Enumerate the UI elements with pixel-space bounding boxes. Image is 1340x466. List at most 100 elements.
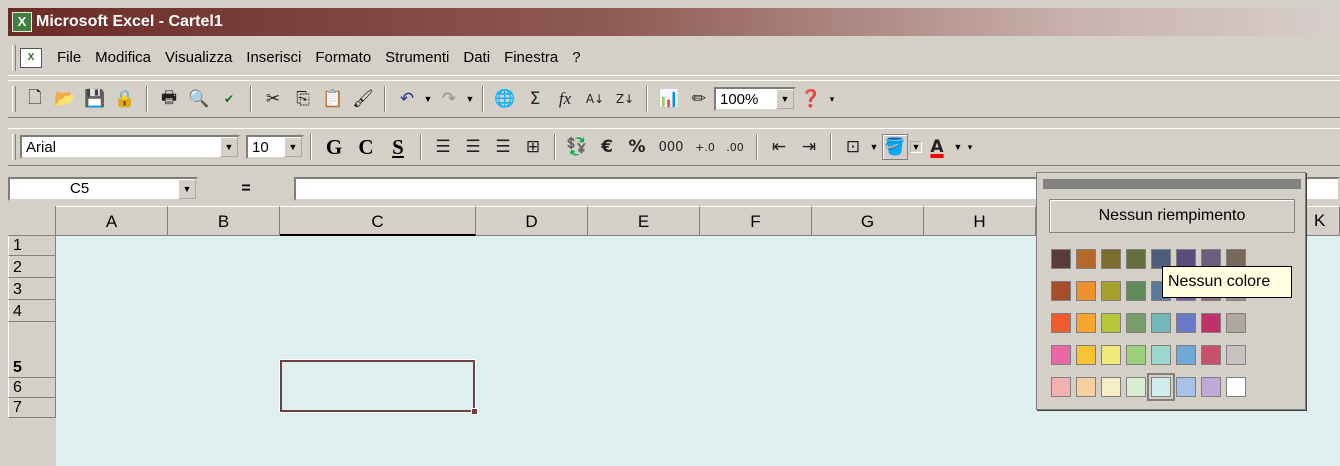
menu-strumenti[interactable]: Strumenti bbox=[378, 49, 456, 66]
undo-dropdown-icon[interactable]: ▼ bbox=[422, 94, 434, 104]
print-preview-icon[interactable]: 🔍 bbox=[186, 86, 212, 112]
font-color-dropdown-icon[interactable]: ▼ bbox=[952, 142, 964, 152]
color-swatch[interactable] bbox=[1147, 373, 1175, 401]
menu-dati[interactable]: Dati bbox=[456, 49, 497, 66]
row-header-2[interactable]: 2 bbox=[8, 256, 56, 278]
increase-indent-icon[interactable]: ⇥ bbox=[796, 134, 822, 160]
menu-file[interactable]: File bbox=[50, 49, 88, 66]
underline-button[interactable]: S bbox=[382, 135, 414, 160]
color-swatch[interactable] bbox=[1101, 249, 1121, 269]
toolbar-grip[interactable] bbox=[12, 86, 16, 112]
new-icon[interactable]: 🗋 bbox=[22, 86, 48, 112]
color-swatch[interactable] bbox=[1051, 345, 1071, 365]
color-swatch[interactable] bbox=[1226, 313, 1246, 333]
color-swatch[interactable] bbox=[1076, 377, 1096, 397]
color-swatch[interactable] bbox=[1176, 377, 1196, 397]
align-right-icon[interactable]: ☰ bbox=[490, 134, 516, 160]
italic-button[interactable]: C bbox=[350, 135, 382, 160]
redo-icon[interactable]: ↷ bbox=[436, 86, 462, 112]
bold-button[interactable]: G bbox=[318, 135, 350, 160]
autosum-icon[interactable]: Σ bbox=[522, 86, 548, 112]
column-header-k[interactable]: K bbox=[1314, 206, 1325, 236]
fill-color-dropdown-icon[interactable]: ▼ bbox=[910, 141, 922, 153]
column-header-g[interactable]: G bbox=[812, 206, 924, 236]
sort-descending-icon[interactable]: Z↓ bbox=[612, 86, 638, 112]
color-swatch[interactable] bbox=[1176, 345, 1196, 365]
permission-icon[interactable]: 🔒 bbox=[112, 86, 138, 112]
color-swatch[interactable] bbox=[1126, 345, 1146, 365]
chevron-down-icon[interactable]: ▼ bbox=[776, 89, 794, 109]
color-swatch[interactable] bbox=[1076, 249, 1096, 269]
increase-decimal-icon[interactable]: +.0 bbox=[692, 134, 718, 160]
row-header-5[interactable]: 5 bbox=[8, 322, 56, 378]
color-swatch[interactable] bbox=[1076, 281, 1096, 301]
color-swatch[interactable] bbox=[1201, 345, 1221, 365]
column-header-d[interactable]: D bbox=[476, 206, 588, 236]
color-swatch[interactable] bbox=[1226, 377, 1246, 397]
size-select[interactable]: 10 ▼ bbox=[246, 135, 304, 159]
menu-help[interactable]: ? bbox=[565, 49, 587, 66]
align-left-icon[interactable]: ☰ bbox=[430, 134, 456, 160]
print-icon[interactable]: 🖶 bbox=[156, 86, 182, 112]
color-swatch[interactable] bbox=[1101, 345, 1121, 365]
save-icon[interactable]: 💾 bbox=[82, 86, 108, 112]
borders-icon[interactable]: ⊡ bbox=[840, 134, 866, 160]
paste-icon[interactable]: 📋 bbox=[320, 86, 346, 112]
align-center-icon[interactable]: ☰ bbox=[460, 134, 486, 160]
menu-modifica[interactable]: Modifica bbox=[88, 49, 158, 66]
row-header-1[interactable]: 1 bbox=[8, 236, 56, 256]
font-color-icon[interactable]: A bbox=[924, 134, 950, 160]
chevron-down-icon[interactable]: ▼ bbox=[178, 179, 196, 199]
edit-formula-button[interactable]: = bbox=[198, 180, 294, 198]
redo-dropdown-icon[interactable]: ▼ bbox=[464, 94, 476, 104]
color-swatch[interactable] bbox=[1176, 313, 1196, 333]
toolbar-options-icon[interactable]: ▾ bbox=[964, 142, 976, 153]
fill-color-icon[interactable]: 🪣 bbox=[882, 134, 908, 160]
select-all-corner[interactable] bbox=[8, 206, 56, 236]
row-header-7[interactable]: 7 bbox=[8, 398, 56, 418]
open-icon[interactable]: 📂 bbox=[52, 86, 78, 112]
color-swatch[interactable] bbox=[1101, 377, 1121, 397]
undo-icon[interactable]: ↶ bbox=[394, 86, 420, 112]
euro-button[interactable]: € bbox=[594, 134, 620, 160]
decrease-indent-icon[interactable]: ⇤ bbox=[766, 134, 792, 160]
menu-visualizza[interactable]: Visualizza bbox=[158, 49, 239, 66]
color-swatch[interactable] bbox=[1076, 313, 1096, 333]
no-fill-button[interactable]: Nessun riempimento bbox=[1049, 199, 1295, 233]
color-swatch[interactable] bbox=[1076, 345, 1096, 365]
format-painter-icon[interactable]: 🖌 bbox=[350, 86, 376, 112]
color-swatch[interactable] bbox=[1126, 313, 1146, 333]
active-cell-c5[interactable] bbox=[279, 359, 478, 415]
percent-button[interactable]: % bbox=[624, 134, 650, 160]
color-swatch[interactable] bbox=[1101, 281, 1121, 301]
menu-inserisci[interactable]: Inserisci bbox=[239, 49, 308, 66]
merge-center-icon[interactable]: ⊞ bbox=[520, 134, 546, 160]
menu-grip[interactable] bbox=[12, 44, 16, 71]
color-swatch[interactable] bbox=[1126, 249, 1146, 269]
row-header-3[interactable]: 3 bbox=[8, 278, 56, 300]
color-swatch[interactable] bbox=[1051, 377, 1071, 397]
color-swatch[interactable] bbox=[1201, 377, 1221, 397]
toolbar-options-icon[interactable]: ▾ bbox=[826, 94, 838, 105]
borders-dropdown-icon[interactable]: ▼ bbox=[868, 142, 880, 152]
help-icon[interactable]: ❓ bbox=[798, 86, 824, 112]
name-box[interactable]: C5 ▼ bbox=[8, 177, 198, 201]
color-swatch[interactable] bbox=[1151, 313, 1171, 333]
color-swatch[interactable] bbox=[1126, 281, 1146, 301]
chevron-down-icon[interactable]: ▼ bbox=[220, 137, 238, 157]
column-header-b[interactable]: B bbox=[168, 206, 280, 236]
color-swatch[interactable] bbox=[1051, 313, 1071, 333]
palette-drag-handle[interactable] bbox=[1043, 179, 1301, 189]
color-swatch[interactable] bbox=[1151, 345, 1171, 365]
decrease-decimal-icon[interactable]: .00 bbox=[722, 134, 748, 160]
function-icon[interactable]: fx bbox=[552, 86, 578, 112]
menu-finestra[interactable]: Finestra bbox=[497, 49, 565, 66]
color-swatch[interactable] bbox=[1101, 313, 1121, 333]
color-swatch[interactable] bbox=[1201, 313, 1221, 333]
column-header-h[interactable]: H bbox=[924, 206, 1036, 236]
workbook-icon[interactable]: X bbox=[20, 47, 42, 68]
hyperlink-icon[interactable]: 🌐 bbox=[492, 86, 518, 112]
drawing-icon[interactable]: ✏ bbox=[686, 86, 712, 112]
column-header-a[interactable]: A bbox=[56, 206, 168, 236]
currency-icon[interactable]: 💱 bbox=[564, 134, 590, 160]
